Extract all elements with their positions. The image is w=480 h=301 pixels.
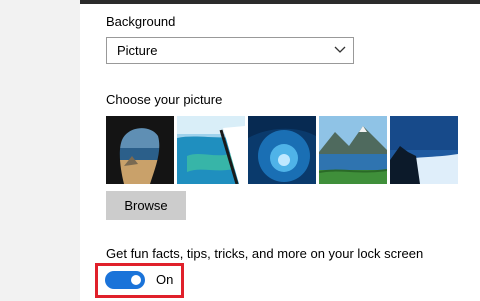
- choose-picture-label: Choose your picture: [106, 92, 223, 107]
- thumbnail-cave-beach[interactable]: [106, 116, 174, 184]
- picture-thumbnails: [106, 116, 458, 184]
- toggle-state-label: On: [156, 272, 174, 287]
- background-label: Background: [106, 14, 176, 29]
- fun-facts-toggle[interactable]: [105, 271, 145, 289]
- thumbnail-mountain-lake[interactable]: [319, 116, 387, 184]
- thumbnail-ice-cave[interactable]: [248, 116, 316, 184]
- chevron-down-icon: [334, 46, 346, 53]
- fun-facts-label: Get fun facts, tips, tricks, and more on…: [106, 246, 424, 261]
- thumbnail-coastline[interactable]: [177, 116, 245, 184]
- background-dropdown-value: Picture: [117, 43, 158, 58]
- thumbnail-night-cliff[interactable]: [390, 116, 458, 184]
- background-dropdown[interactable]: Picture: [106, 37, 354, 64]
- lock-screen-settings: Background Picture Choose your picture B…: [0, 0, 480, 301]
- browse-button[interactable]: Browse: [106, 191, 186, 220]
- toggle-knob: [131, 275, 141, 285]
